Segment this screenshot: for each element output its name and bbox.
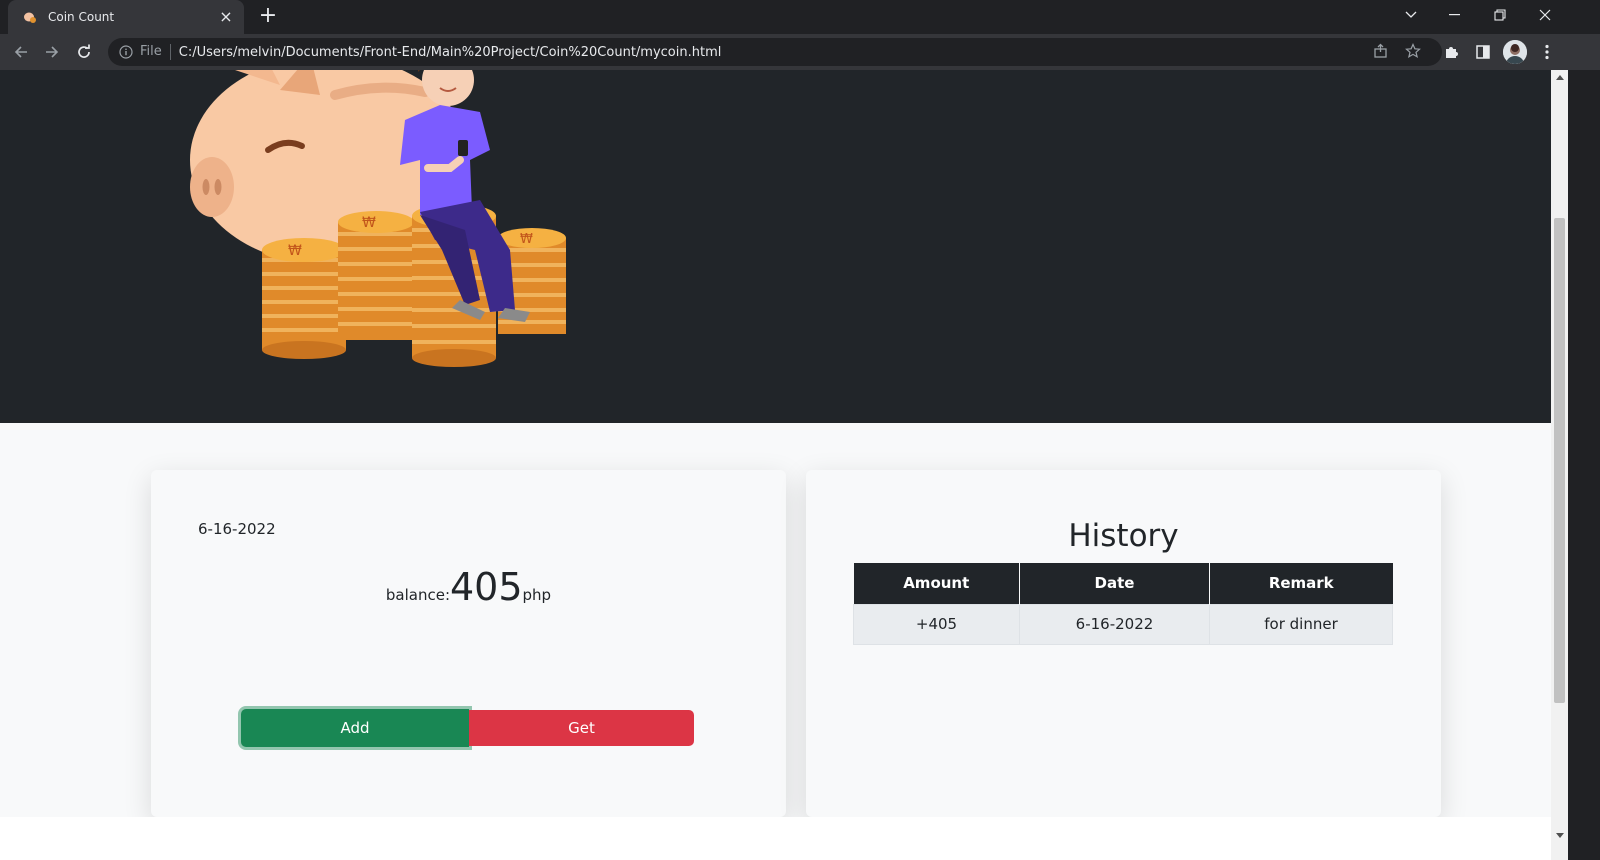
add-button[interactable]: Add	[241, 709, 469, 747]
balance-card: 6-16-2022 balance:405php Add Get	[151, 470, 786, 817]
window-edge	[1568, 70, 1600, 860]
url-text[interactable]: C:/Users/melvin/Documents/Front-End/Main…	[179, 45, 1442, 60]
coin-favicon-icon	[22, 9, 38, 25]
tab-title: Coin Count	[48, 10, 115, 24]
coin-stack-2: ₩	[338, 211, 414, 340]
info-icon[interactable]	[118, 44, 134, 60]
profile-avatar-icon[interactable]	[1503, 40, 1527, 64]
browser-tab[interactable]: Coin Count ×	[8, 0, 244, 34]
balance-label: balance:	[385, 586, 450, 604]
svg-text:₩: ₩	[288, 243, 302, 259]
puzzle-icon[interactable]	[1440, 40, 1464, 64]
page-scrollbar[interactable]	[1551, 70, 1568, 860]
history-table: Amount Date Remark +405 6-16-2022 for di…	[853, 563, 1393, 645]
column-header-amount: Amount	[853, 563, 1020, 604]
page-viewport: ₩ ₩ ₩ 6-16-2022 balance:405php Add Get H…	[0, 70, 1551, 860]
close-window-icon[interactable]	[1522, 0, 1568, 30]
scroll-down-arrow-icon[interactable]	[1551, 828, 1568, 842]
forward-arrow-icon[interactable]	[40, 40, 64, 64]
back-arrow-icon[interactable]	[9, 40, 33, 64]
get-button[interactable]: Get	[469, 710, 694, 746]
reload-icon[interactable]	[72, 40, 96, 64]
hero-banner: ₩ ₩ ₩	[0, 70, 1551, 423]
kebab-menu-icon[interactable]	[1535, 40, 1559, 64]
cell-remark: for dinner	[1209, 603, 1393, 645]
coin-stack-1: ₩	[262, 238, 346, 359]
scroll-up-arrow-icon[interactable]	[1551, 70, 1568, 84]
tab-close-icon[interactable]: ×	[218, 9, 234, 25]
balance-display: balance:405php	[151, 565, 786, 609]
column-header-remark: Remark	[1209, 563, 1393, 604]
piggy-bank-illustration: ₩ ₩ ₩	[190, 70, 566, 367]
cell-date: 6-16-2022	[1019, 603, 1210, 645]
column-header-date: Date	[1019, 563, 1210, 604]
minimize-icon[interactable]	[1432, 0, 1478, 30]
history-card: History Amount Date Remark +405 6-16-202…	[806, 470, 1441, 817]
new-tab-plus-icon[interactable]: +	[256, 5, 280, 28]
url-scheme-label: File	[140, 44, 171, 60]
page-footer-area	[0, 817, 1551, 860]
star-icon[interactable]	[1402, 40, 1424, 62]
history-title: History	[1068, 518, 1179, 554]
balance-amount: 405	[450, 565, 523, 609]
svg-text:₩: ₩	[362, 215, 376, 231]
browser-toolbar: File C:/Users/melvin/Documents/Front-End…	[0, 34, 1600, 70]
scrollbar-thumb[interactable]	[1554, 218, 1565, 703]
restore-icon[interactable]	[1477, 0, 1523, 30]
share-icon[interactable]	[1370, 40, 1392, 62]
side-panel-icon[interactable]	[1471, 40, 1495, 64]
svg-text:₩: ₩	[520, 232, 533, 247]
table-row: +405 6-16-2022 for dinner	[853, 603, 1393, 645]
browser-tab-bar: Coin Count × +	[0, 0, 1600, 34]
tab-search-chevron-icon[interactable]	[1388, 0, 1434, 30]
cell-amount: +405	[853, 603, 1020, 645]
address-bar[interactable]: File C:/Users/melvin/Documents/Front-End…	[108, 38, 1442, 66]
current-date: 6-16-2022	[198, 520, 276, 538]
table-header-row: Amount Date Remark	[853, 563, 1393, 604]
balance-unit: php	[522, 586, 552, 604]
